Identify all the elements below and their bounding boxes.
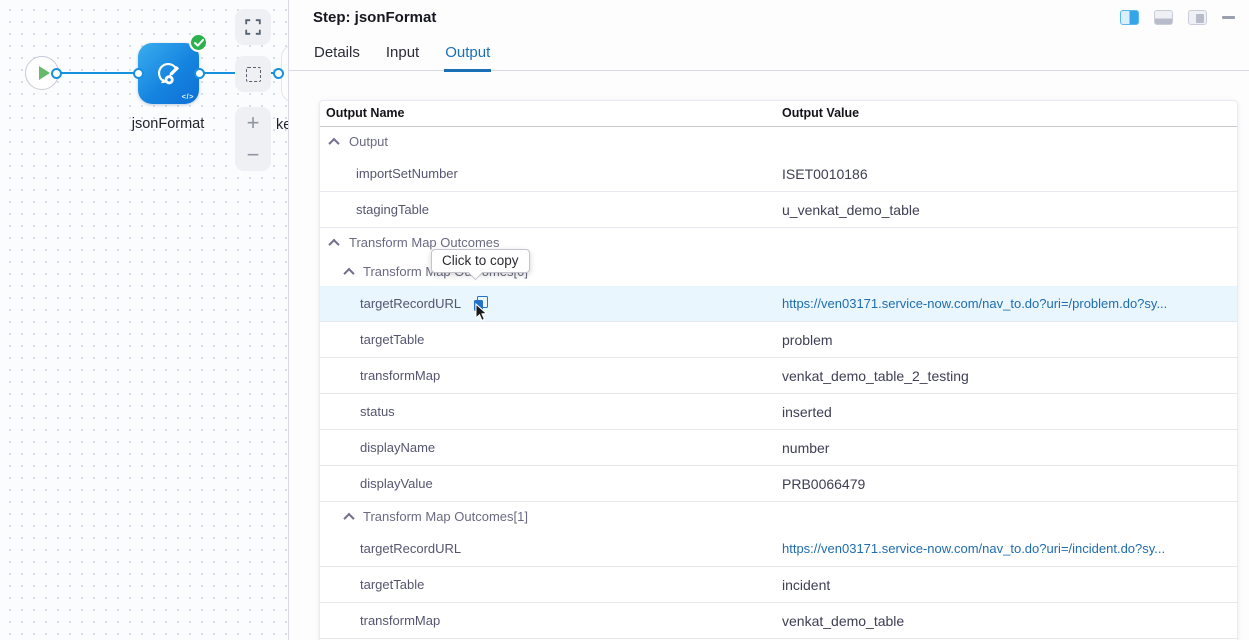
table-row: targetTable problem (320, 322, 1237, 358)
transform-icon (154, 59, 184, 89)
tab-details[interactable]: Details (313, 40, 361, 70)
chevron-up-icon[interactable] (343, 512, 354, 523)
flow-canvas[interactable]: </> jsonFormat ke + − (0, 0, 288, 640)
success-check-icon (189, 33, 208, 52)
app-window: </> jsonFormat ke + − Step: jsonFormat (0, 0, 1249, 640)
step-detail-panel: Step: jsonFormat Details Input Output Ou… (288, 0, 1249, 640)
section-row-output: Output (320, 127, 1237, 156)
record-url-link[interactable]: https://ven03171.service-now.com/nav_to.… (782, 541, 1165, 556)
zoom-in-button[interactable]: + (235, 107, 271, 139)
table-row: importSetNumber ISET0010186 (320, 156, 1237, 192)
table-row: displayName number (320, 430, 1237, 466)
connector-dot[interactable] (51, 68, 62, 79)
panel-window-controls (1120, 10, 1235, 25)
marquee-select-button[interactable] (235, 56, 271, 92)
marquee-select-icon (246, 67, 261, 82)
table-row: stagingTable u_venkat_demo_table (320, 192, 1237, 228)
flow-edge (56, 72, 138, 75)
connector-dot[interactable] (273, 68, 284, 79)
tab-input[interactable]: Input (385, 40, 420, 70)
step-node-jsonformat[interactable]: </> (138, 43, 199, 104)
table-row: targetRecordURL https://ven03171.service… (320, 531, 1237, 567)
popout-icon[interactable] (1188, 10, 1207, 25)
chevron-up-icon[interactable] (328, 238, 339, 249)
output-table: Output Name Output Value Output importSe… (319, 100, 1238, 640)
chevron-up-icon[interactable] (343, 267, 354, 278)
dock-bottom-icon[interactable] (1154, 10, 1173, 25)
section-row-transform-map-outcomes-1: Transform Map Outcomes[1] (320, 502, 1237, 531)
table-row: transformMap venkat_demo_table_2_testing (320, 358, 1237, 394)
table-row: status inserted (320, 394, 1237, 430)
connector-dot[interactable] (194, 68, 205, 79)
connector-dot[interactable] (133, 68, 144, 79)
tooltip-click-to-copy: Click to copy (431, 249, 530, 273)
table-row: targetTable incident (320, 567, 1237, 603)
table-row: transformMap venkat_demo_table (320, 603, 1237, 639)
zoom-controls: + − (235, 107, 271, 171)
record-url-link[interactable]: https://ven03171.service-now.com/nav_to.… (782, 296, 1167, 311)
chevron-up-icon[interactable] (328, 137, 339, 148)
tab-bar: Details Input Output (289, 40, 1249, 71)
zoom-out-button[interactable]: − (235, 139, 271, 171)
tab-output[interactable]: Output (444, 40, 491, 72)
table-row-highlighted: targetRecordURL https://ven03171.service… (320, 286, 1237, 322)
fit-to-screen-button[interactable] (235, 9, 271, 45)
column-header-output-name: Output Name (326, 106, 404, 120)
minimize-icon[interactable] (1222, 16, 1235, 19)
fit-to-screen-icon (245, 19, 261, 35)
column-header-output-value: Output Value (782, 106, 859, 120)
panel-title: Step: jsonFormat (313, 9, 436, 26)
play-icon (39, 66, 50, 80)
table-header: Output Name Output Value (320, 101, 1237, 127)
code-icon: </> (182, 92, 194, 101)
mouse-cursor (474, 303, 489, 328)
table-row: displayValue PRB0066479 (320, 466, 1237, 502)
node-label: jsonFormat (108, 116, 228, 132)
dock-right-icon[interactable] (1120, 10, 1139, 25)
